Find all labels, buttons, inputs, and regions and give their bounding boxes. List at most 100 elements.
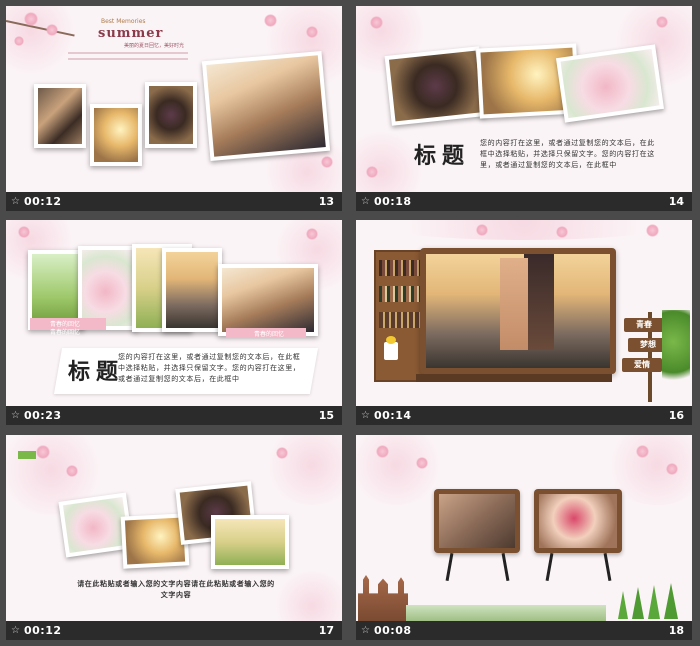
photo-caption: 青春的回忆 — [50, 329, 81, 336]
photo-frame — [218, 264, 318, 336]
slide-title: 标题 — [68, 359, 125, 385]
slide-preview: 青春 梦想 爱情 — [356, 220, 692, 406]
tree — [632, 587, 644, 619]
blossom — [656, 16, 668, 28]
tree — [664, 583, 678, 619]
slide-title: 标题 — [414, 143, 471, 169]
castle-illustration — [358, 575, 408, 621]
star-icon: ☆ — [11, 196, 20, 207]
blossom — [18, 226, 30, 238]
blossom — [666, 463, 678, 475]
star-icon: ☆ — [11, 410, 20, 421]
slide-info-bar: ☆ 00:12 13 — [6, 192, 342, 211]
ground — [406, 605, 606, 621]
photo-frame — [555, 44, 665, 123]
blossom — [646, 224, 659, 237]
floral-decoration — [262, 435, 342, 505]
easel-leg — [445, 552, 454, 582]
tree — [648, 585, 660, 619]
slide-duration: 00:14 — [374, 409, 412, 422]
photo-frame — [162, 248, 222, 332]
blossom — [321, 156, 333, 168]
blossom — [416, 457, 428, 469]
blossom — [36, 445, 50, 459]
slide-duration: 00:12 — [24, 195, 62, 208]
photo-frame — [201, 50, 331, 162]
easel-leg — [603, 552, 612, 582]
blossom — [370, 16, 383, 29]
blossom — [14, 36, 24, 46]
slide-preview: 请在此粘贴或者输入您的文字内容请在此粘贴或者输入您的文字内容 — [6, 435, 342, 621]
plant — [662, 310, 690, 390]
slide-body-text: 请在此粘贴或者输入您的文字内容请在此粘贴或者输入您的文字内容 — [77, 580, 275, 599]
blossom — [264, 14, 277, 27]
blossom — [376, 445, 389, 458]
blossom — [24, 12, 38, 26]
blossom — [276, 447, 288, 459]
bookshelf — [374, 250, 426, 382]
floral-decoration — [356, 435, 446, 505]
blossom — [366, 166, 378, 178]
slide-caption: 美丽的夏日回忆，美好时光 — [124, 43, 185, 49]
sign-youth: 青春 — [624, 318, 664, 332]
text-line — [68, 52, 188, 54]
blossom — [476, 224, 488, 236]
photo-frame — [34, 84, 86, 148]
slide-duration: 00:08 — [374, 624, 412, 637]
slide-body-text: 您的内容打在这里，或者通过复制您的文本后，在此框中选择粘贴，并选择只保留文字。您… — [480, 139, 655, 169]
photo-frame — [384, 46, 487, 126]
text-line — [68, 58, 188, 60]
slide-thumbnail-15[interactable]: 青春的回忆 青春的回忆 青春的回忆 标题 您的内容打在这里，或者通过复制您的文本… — [6, 220, 342, 425]
slide-heading: summer — [98, 26, 164, 41]
sign-love: 爱情 — [622, 358, 662, 372]
slide-preview: 标题 您的内容打在这里，或者通过复制您的文本后，在此框中选择粘贴，并选择只保留文… — [356, 6, 692, 192]
slide-preview: 青春的回忆 青春的回忆 青春的回忆 标题 您的内容打在这里，或者通过复制您的文本… — [6, 220, 342, 406]
floral-decoration — [272, 571, 342, 621]
slide-info-bar: ☆ 00:18 14 — [356, 192, 692, 211]
photo-frame — [90, 104, 142, 166]
blossom — [556, 226, 568, 238]
tv-frame — [420, 248, 616, 374]
floral-decoration — [356, 220, 692, 240]
slide-thumbnail-17[interactable]: 请在此粘贴或者输入您的文字内容请在此粘贴或者输入您的文字内容 ☆ 00:12 1… — [6, 435, 342, 640]
photo-frame — [211, 515, 289, 569]
blossom — [306, 228, 318, 240]
slide-duration: 00:23 — [24, 409, 62, 422]
star-icon: ☆ — [361, 196, 370, 207]
tree — [618, 591, 628, 619]
slide-info-bar: ☆ 00:23 15 — [6, 406, 342, 425]
slide-number: 16 — [668, 409, 684, 422]
slide-thumbnail-14[interactable]: 标题 您的内容打在这里，或者通过复制您的文本后，在此框中选择粘贴，并选择只保留文… — [356, 6, 692, 211]
slide-thumbnail-18[interactable]: ☆ 00:08 18 — [356, 435, 692, 640]
star-icon: ☆ — [11, 625, 20, 636]
photo-caption: 青春的回忆 — [254, 331, 285, 338]
slide-duration: 00:12 — [24, 624, 62, 637]
blossom — [46, 24, 58, 36]
slide-number: 14 — [668, 195, 684, 208]
star-icon: ☆ — [361, 625, 370, 636]
slide-thumbnail-16[interactable]: 青春 梦想 爱情 ☆ 00:14 16 — [356, 220, 692, 425]
tv-stand — [416, 374, 612, 382]
slide-number: 13 — [318, 195, 334, 208]
photo-frame — [145, 82, 197, 148]
slide-info-bar: ☆ 00:12 17 — [6, 621, 342, 640]
blossom — [306, 26, 318, 38]
blossom — [66, 465, 78, 477]
slide-preview — [356, 435, 692, 621]
easel-frame — [534, 489, 622, 553]
slide-info-bar: ☆ 00:08 18 — [356, 621, 692, 640]
small-text: Best Memories — [101, 18, 146, 25]
easel-leg — [501, 552, 510, 582]
slide-preview: Best Memories summer 美丽的夏日回忆，美好时光 — [6, 6, 342, 192]
star-icon: ☆ — [361, 410, 370, 421]
slide-number: 17 — [318, 624, 334, 637]
blossom — [636, 445, 649, 458]
slide-number: 15 — [318, 409, 334, 422]
leaf-label — [18, 451, 36, 459]
easel-frame — [434, 489, 520, 553]
easel-leg — [545, 552, 554, 582]
slide-body-text: 您的内容打在这里，或者通过复制您的文本后，在此框中选择粘贴，并选择只保留文字。您… — [118, 353, 301, 383]
slide-info-bar: ☆ 00:14 16 — [356, 406, 692, 425]
slide-thumbnail-13[interactable]: Best Memories summer 美丽的夏日回忆，美好时光 ☆ 00:1… — [6, 6, 342, 211]
slide-duration: 00:18 — [374, 195, 412, 208]
